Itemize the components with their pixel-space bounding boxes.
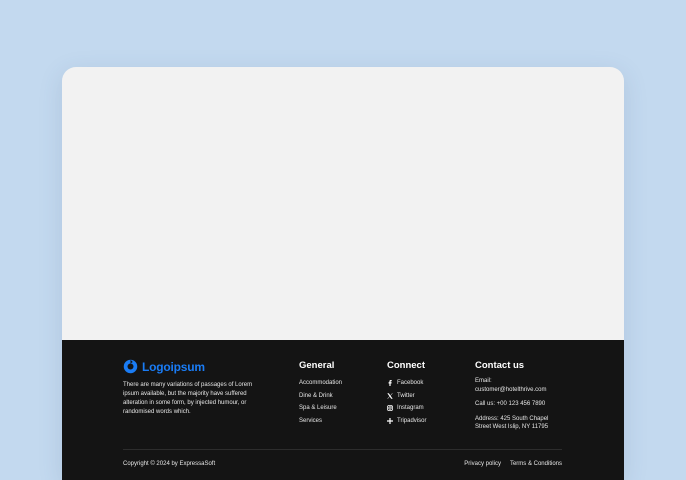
copyright-text: Copyright © 2024 by ExpressaSoft — [123, 461, 216, 467]
site-footer: Logoipsum There are many variations of p… — [62, 340, 624, 480]
footer-brand: Logoipsum There are many variations of p… — [123, 359, 273, 417]
logo-text: Logoipsum — [142, 359, 205, 374]
social-link-tripadvisor[interactable]: Tripadvisor — [387, 415, 426, 428]
footer-link-dine-drink[interactable]: Dine & Drink — [299, 390, 342, 403]
tripadvisor-icon — [387, 417, 393, 424]
footer-link-spa-leisure[interactable]: Spa & Leisure — [299, 402, 342, 415]
contact-email: Email: customer@hotelthrive.com — [475, 377, 575, 394]
facebook-icon — [388, 380, 392, 387]
social-label: Instagram — [397, 405, 424, 411]
social-link-twitter[interactable]: Twitter — [387, 390, 426, 403]
contact-address: Address: 425 South Chapel Street West Is… — [475, 415, 575, 432]
logo-mark-icon — [123, 359, 138, 374]
social-label: Twitter — [397, 392, 415, 399]
social-label: Tripadvisor — [397, 417, 427, 424]
general-heading: General — [299, 360, 335, 371]
footer-link-services[interactable]: Services — [299, 415, 342, 428]
footer-divider — [123, 449, 562, 450]
privacy-policy-link[interactable]: Privacy policy — [464, 461, 501, 467]
social-link-instagram[interactable]: Instagram — [387, 402, 426, 415]
page-card: Logoipsum There are many variations of p… — [62, 67, 624, 480]
logo[interactable]: Logoipsum — [123, 359, 273, 374]
email-link[interactable]: customer@hotelthrive.com — [475, 386, 575, 395]
address-line-1: Address: 425 South Chapel — [475, 415, 549, 422]
footer-link-accommodation[interactable]: Accommodation — [299, 377, 342, 390]
contact-column: Contact us Email: customer@hotelthrive.c… — [475, 360, 575, 438]
connect-column: Connect Facebook Twitter Instagram Tripa… — [387, 360, 426, 427]
contact-phone[interactable]: Call us: +00 123 456 7890 — [475, 400, 575, 409]
legal-links: Privacy policy Terms & Conditions — [464, 461, 562, 467]
terms-conditions-link[interactable]: Terms & Conditions — [510, 461, 562, 467]
footer-bottom-bar: Copyright © 2024 by ExpressaSoft Privacy… — [123, 461, 562, 467]
x-twitter-icon — [387, 393, 393, 399]
social-label: Facebook — [397, 380, 424, 386]
address-line-2: Street West Islip, NY 11795 — [475, 424, 549, 430]
general-column: General Accommodation Dine & Drink Spa &… — [299, 360, 342, 427]
email-label: Email: — [475, 378, 492, 384]
instagram-icon — [387, 405, 393, 412]
contact-heading: Contact us — [475, 360, 525, 371]
brand-description: There are many variations of passages of… — [123, 382, 253, 415]
connect-heading: Connect — [387, 360, 425, 371]
social-link-facebook[interactable]: Facebook — [387, 377, 426, 390]
